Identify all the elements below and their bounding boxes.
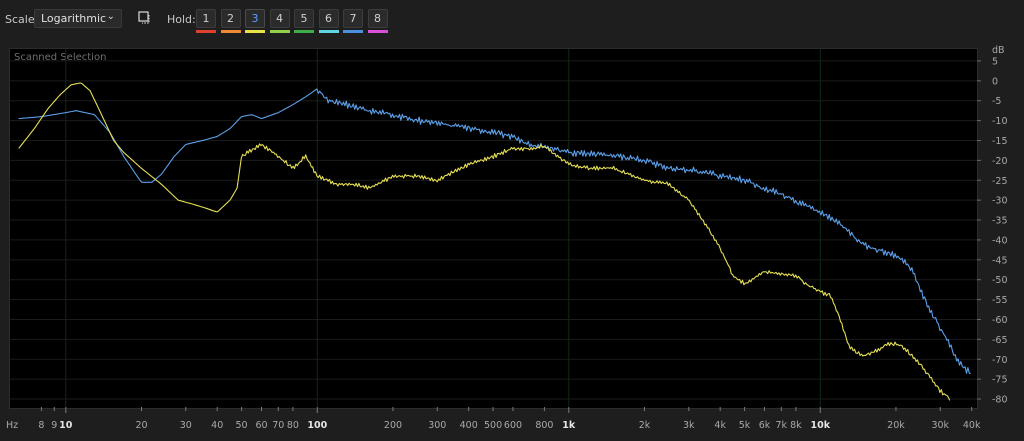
x-tick-label: 800	[535, 420, 553, 431]
x-tick-label: 400	[460, 420, 478, 431]
x-tick-label: 30	[180, 420, 192, 431]
y-tick-label: 5	[992, 56, 998, 67]
y-tick-label: -75	[992, 375, 1008, 386]
y-tick-label: -10	[992, 116, 1008, 127]
y-tick-label: -15	[992, 136, 1008, 147]
x-tick-label: 500	[484, 420, 502, 431]
y-axis-unit: dB	[992, 45, 1005, 56]
x-tick-label: 8	[38, 420, 44, 431]
x-tick-label: 5k	[739, 420, 751, 431]
x-tick-label: 100	[307, 420, 327, 431]
y-tick-label: -35	[992, 216, 1008, 227]
x-tick-label: 10k	[810, 420, 830, 431]
spectrum-series-1	[18, 88, 971, 374]
x-tick-label: 300	[428, 420, 446, 431]
x-tick-label: 80	[287, 420, 299, 431]
x-tick-label: 20	[135, 420, 147, 431]
y-tick-label: -30	[992, 196, 1008, 207]
y-tick-label: -5	[992, 96, 1001, 107]
y-tick-label: -45	[992, 255, 1008, 266]
x-tick-label: 70	[272, 420, 284, 431]
y-tick-label: -25	[992, 176, 1008, 187]
x-tick-label: 4k	[714, 420, 726, 431]
x-tick-label: 2k	[639, 420, 651, 431]
x-tick-label: 20k	[887, 420, 905, 431]
x-tick-label: 3k	[683, 420, 695, 431]
y-tick-label: -40	[992, 235, 1008, 246]
x-tick-label: 40	[211, 420, 223, 431]
x-tick-label: 7k	[776, 420, 788, 431]
y-tick-label: -80	[992, 395, 1008, 406]
x-tick-label: 200	[384, 420, 402, 431]
x-tick-label: 30k	[931, 420, 949, 431]
x-tick-label: 50	[236, 420, 248, 431]
y-tick-label: -70	[992, 355, 1008, 366]
y-tick-label: -55	[992, 295, 1008, 306]
x-tick-label: 1k	[562, 420, 576, 431]
y-tick-label: 0	[992, 76, 998, 87]
x-tick-label: 8k	[790, 420, 802, 431]
y-tick-label: -20	[992, 156, 1008, 167]
frequency-chart: dB50-5-10-15-20-25-30-35-40-45-50-55-60-…	[6, 45, 1008, 431]
x-tick-label: 6k	[759, 420, 771, 431]
x-tick-label: 60	[255, 420, 267, 431]
y-tick-label: -60	[992, 315, 1008, 326]
x-tick-label: 9	[51, 420, 57, 431]
x-axis-unit: Hz	[6, 420, 18, 431]
x-tick-label: 40k	[963, 420, 981, 431]
x-tick-label: 10	[59, 420, 73, 431]
y-tick-label: -50	[992, 275, 1008, 286]
y-tick-label: -65	[992, 335, 1008, 346]
x-tick-label: 600	[504, 420, 522, 431]
